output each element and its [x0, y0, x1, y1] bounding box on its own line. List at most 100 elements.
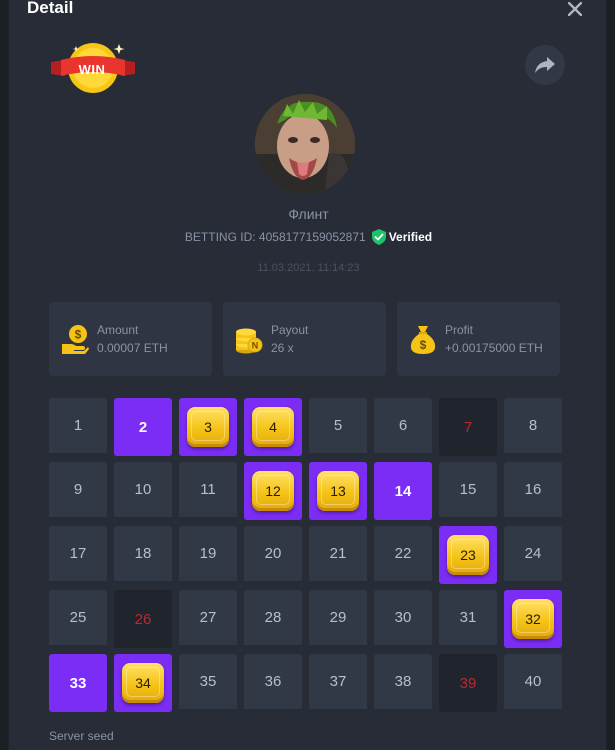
- stat-value-payout: 26 x: [271, 341, 294, 355]
- grid-cell-3[interactable]: 3: [179, 398, 237, 456]
- grid-cell-20[interactable]: 20: [244, 526, 302, 584]
- grid-cell-14[interactable]: 14: [374, 462, 432, 520]
- grid-cell-39[interactable]: 39: [439, 654, 497, 712]
- grid-cell-number: 17: [69, 545, 87, 562]
- grid-cell-number: 2: [138, 418, 148, 436]
- share-button[interactable]: [525, 45, 565, 85]
- gold-gem-icon: 32: [512, 599, 554, 639]
- grid-cell-number: 5: [333, 417, 343, 434]
- verified-label: Verified: [388, 230, 433, 244]
- grid-cell-24[interactable]: 24: [504, 526, 562, 584]
- grid-cell-number: 15: [459, 481, 477, 498]
- gold-gem-icon: 23: [447, 535, 489, 575]
- grid-cell-number: 21: [329, 545, 347, 562]
- grid-cell-26[interactable]: 26: [114, 590, 172, 648]
- grid-cell-number: 24: [524, 545, 542, 562]
- grid-cell-30[interactable]: 30: [374, 590, 432, 648]
- grid-cell-number: 33: [69, 674, 87, 692]
- grid-cell-18[interactable]: 18: [114, 526, 172, 584]
- betting-id: BETTING ID: 4058177159052871: [184, 230, 366, 244]
- modal-title: Detail: [27, 0, 74, 17]
- grid-cell-31[interactable]: 31: [439, 590, 497, 648]
- close-icon: [568, 2, 582, 16]
- grid-cell-number: 32: [525, 611, 541, 627]
- grid-cell-number: 28: [264, 609, 282, 626]
- grid-cell-21[interactable]: 21: [309, 526, 367, 584]
- grid-cell-17[interactable]: 17: [49, 526, 107, 584]
- grid-cell-7[interactable]: 7: [439, 398, 497, 456]
- grid-cell-2[interactable]: 2: [114, 398, 172, 456]
- grid-cell-number: 37: [329, 673, 347, 690]
- grid-cell-5[interactable]: 5: [309, 398, 367, 456]
- grid-cell-number: 38: [394, 673, 412, 690]
- grid-cell-11[interactable]: 11: [179, 462, 237, 520]
- grid-cell-10[interactable]: 10: [114, 462, 172, 520]
- grid-cell-4[interactable]: 4: [244, 398, 302, 456]
- grid-cell-15[interactable]: 15: [439, 462, 497, 520]
- grid-cell-number: 10: [134, 481, 152, 498]
- grid-cell-number: 30: [394, 609, 412, 626]
- grid-cell-38[interactable]: 38: [374, 654, 432, 712]
- grid-cell-25[interactable]: 25: [49, 590, 107, 648]
- keno-grid: 1 2 3 4 5 6 7 8 9 10 11 12 13 14 15 16 17 18 19 20 21 22 23 24 2…: [49, 398, 562, 712]
- grid-cell-19[interactable]: 19: [179, 526, 237, 584]
- grid-cell-number: 23: [460, 547, 476, 563]
- grid-cell-29[interactable]: 29: [309, 590, 367, 648]
- grid-cell-28[interactable]: 28: [244, 590, 302, 648]
- grid-cell-1[interactable]: 1: [49, 398, 107, 456]
- grid-cell-number: 40: [524, 673, 542, 690]
- shield-check-icon: [371, 229, 386, 245]
- grid-cell-number: 35: [199, 673, 217, 690]
- bet-timestamp: 11.03.2021, 11:14:23: [257, 262, 360, 274]
- grid-cell-number: 18: [134, 545, 152, 562]
- grid-cell-9[interactable]: 9: [49, 462, 107, 520]
- user-avatar: [255, 94, 355, 194]
- win-badge-text: WIN: [78, 62, 106, 77]
- grid-cell-number: 9: [73, 481, 83, 498]
- grid-cell-8[interactable]: 8: [504, 398, 562, 456]
- coin-stack-icon: N: [236, 328, 263, 354]
- grid-cell-37[interactable]: 37: [309, 654, 367, 712]
- grid-cell-40[interactable]: 40: [504, 654, 562, 712]
- grid-cell-13[interactable]: 13: [309, 462, 367, 520]
- grid-cell-36[interactable]: 36: [244, 654, 302, 712]
- gold-gem-icon: 4: [252, 407, 294, 447]
- close-button[interactable]: [564, 0, 586, 20]
- grid-cell-number: 25: [69, 609, 87, 626]
- gold-gem-icon: 3: [187, 407, 229, 447]
- stat-label-profit: Profit: [445, 323, 474, 337]
- grid-cell-27[interactable]: 27: [179, 590, 237, 648]
- grid-cell-number: 6: [398, 417, 408, 434]
- grid-cell-number: 36: [264, 673, 282, 690]
- grid-cell-number: 7: [463, 418, 473, 436]
- grid-cell-22[interactable]: 22: [374, 526, 432, 584]
- grid-cell-35[interactable]: 35: [179, 654, 237, 712]
- grid-cell-number: 1: [73, 417, 83, 434]
- grid-cell-number: 19: [199, 545, 217, 562]
- stat-label-payout: Payout: [271, 323, 309, 337]
- stat-card-profit: $ Profit +0.00175000 ETH: [397, 302, 560, 376]
- grid-cell-33[interactable]: 33: [49, 654, 107, 712]
- grid-cell-number: 34: [135, 675, 151, 691]
- detail-modal: Detail WIN Флинт BETTING ID: 40581771590…: [8, 0, 607, 750]
- grid-cell-32[interactable]: 32: [504, 590, 562, 648]
- share-icon: [535, 57, 555, 73]
- grid-cell-number: 31: [459, 609, 477, 626]
- win-badge: WIN: [49, 40, 139, 96]
- grid-cell-23[interactable]: 23: [439, 526, 497, 584]
- grid-cell-number: 22: [394, 545, 412, 562]
- grid-cell-12[interactable]: 12: [244, 462, 302, 520]
- stat-card-payout: N Payout 26 x: [223, 302, 386, 376]
- grid-cell-number: 14: [394, 482, 412, 500]
- grid-cell-16[interactable]: 16: [504, 462, 562, 520]
- grid-cell-34[interactable]: 34: [114, 654, 172, 712]
- stat-label-amount: Amount: [97, 323, 139, 337]
- stat-card-amount: $ Amount 0.00007 ETH: [49, 302, 212, 376]
- svg-text:$: $: [75, 328, 82, 342]
- gold-gem-icon: 34: [122, 663, 164, 703]
- grid-cell-number: 8: [528, 417, 538, 434]
- grid-cell-number: 3: [204, 419, 212, 435]
- grid-cell-6[interactable]: 6: [374, 398, 432, 456]
- money-bag-icon: $: [410, 326, 436, 354]
- grid-cell-number: 27: [199, 609, 217, 626]
